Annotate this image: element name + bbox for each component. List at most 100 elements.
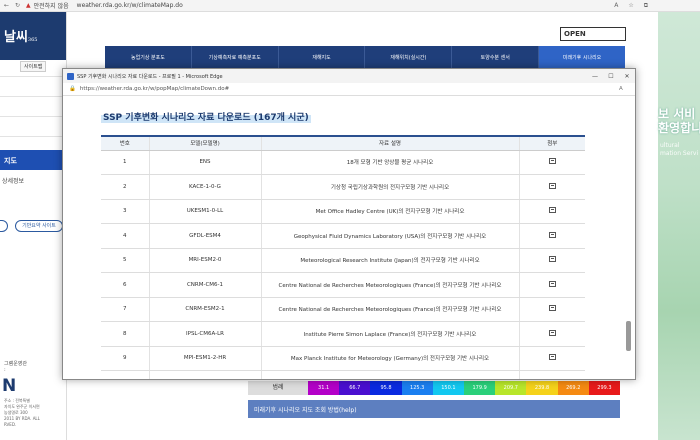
row-description: Centre National de Recherches Meteorolog…	[261, 272, 520, 298]
sidebar-item-map[interactable]: 지도	[0, 150, 67, 170]
split-screen-icon[interactable]: ⧉	[644, 2, 648, 10]
row-attachment	[519, 150, 585, 175]
insecure-warning-icon: ▲	[26, 2, 31, 9]
row-description: Max Planck Institute for Meteorology (Ge…	[261, 346, 520, 371]
banner-subtext: ultural mation Servi	[660, 142, 699, 157]
favorite-icon[interactable]: ☆	[628, 2, 633, 10]
read-aloud-icon[interactable]: A	[614, 2, 618, 10]
nav-item-future-climate[interactable]: 미래기후 시나리오	[539, 46, 625, 70]
download-file-icon[interactable]	[548, 305, 556, 312]
nav-item-forecast[interactable]: 기상예측자료 예측분포도	[192, 46, 279, 70]
column-header-model: 모델(모델명)	[148, 135, 262, 151]
background-legend: 범례 31.1 66.7 95.8 125.3 150.1 179.9 209.7 239.8…	[67, 378, 622, 422]
nav-item-soil-moisture[interactable]: 토양수분 센서	[452, 46, 540, 70]
footer-operator: 그램운영관 :	[4, 361, 28, 373]
row-description: 기상청 국립기상과학원의 전지구모형 기반 시나리오	[261, 174, 520, 200]
read-aloud-icon[interactable]: A	[619, 86, 635, 92]
help-link[interactable]: 미래기후 시나리오 지도 조회 방법(help)	[248, 400, 620, 418]
popup-scrollbar[interactable]	[626, 127, 631, 379]
address-url[interactable]: weather.rda.go.kr/w/climateMap.do	[77, 2, 615, 9]
row-model: MRI-ESM2-0	[148, 248, 262, 273]
table-body: 1 ENS 18개 모형 기반 앙상블 평균 시나리오 2 KACE-1-0-G 기상청 …	[101, 150, 585, 379]
download-file-icon[interactable]	[548, 256, 556, 263]
row-model: CNRM-ESM2-1	[148, 297, 262, 322]
row-model: MPI-ESM1-2-HR	[148, 346, 262, 371]
table-row: 3 UKESM1-0-LL Met Office Hadley Centre (UK…	[101, 199, 585, 224]
row-attachment	[519, 199, 585, 224]
legend-cell: 66.7	[339, 381, 371, 395]
legend-cell: 150.1	[432, 381, 465, 395]
table-row: 5 MRI-ESM2-0 Meteorological Research Insti…	[101, 248, 585, 273]
download-file-icon[interactable]	[548, 158, 556, 165]
close-icon[interactable]: ✕	[619, 73, 635, 80]
edge-icon	[67, 72, 74, 80]
legend-cell: 269.2	[557, 381, 589, 395]
row-number: 6	[101, 272, 149, 298]
download-popup-window[interactable]: SSP 기후변화 시나리오 자료 다운로드 - 프로필 1 - Microsof…	[62, 68, 636, 380]
sitemap-button[interactable]: 사이트맵	[20, 61, 47, 72]
row-number: 9	[101, 346, 149, 371]
row-number: 8	[101, 321, 149, 347]
footer-logo: N	[2, 376, 17, 396]
minimize-icon[interactable]: —	[587, 73, 603, 80]
table-row: 1 ENS 18개 모형 기반 앙상블 평균 시나리오	[101, 150, 585, 175]
lock-icon[interactable]: 🔒	[69, 86, 76, 92]
row-number: 2	[101, 174, 149, 200]
table-row: 10MPI-ESM1-2-LRMax Planck Institute for …	[101, 370, 585, 379]
column-header-description: 자료 설명	[261, 135, 520, 151]
maximize-icon[interactable]: ☐	[603, 73, 619, 80]
table-row: 8 IPSL-CM6A-LR Institute Pierre Simon Lapl…	[101, 321, 585, 347]
menu-divider	[0, 96, 67, 97]
nav-item-disaster-map[interactable]: 재해지도	[279, 46, 366, 70]
site-logo[interactable]: 날씨365	[0, 12, 66, 60]
download-file-icon[interactable]	[548, 329, 556, 336]
row-model: ENS	[148, 150, 262, 175]
row-attachment	[519, 223, 585, 249]
popup-url[interactable]: https://weather.rda.go.kr/w/popMap/clima…	[80, 86, 619, 92]
menu-divider	[0, 76, 67, 77]
download-file-icon[interactable]	[548, 231, 556, 238]
column-header-no: 번호	[101, 135, 149, 151]
scrollbar-thumb[interactable]	[626, 321, 631, 351]
row-number: 3	[101, 199, 149, 224]
nav-item-disaster-location[interactable]: 재해위치(실시간)	[365, 46, 453, 70]
row-number: 4	[101, 223, 149, 249]
table-row: 9 MPI-ESM1-2-HR Max Planck Institute for M…	[101, 346, 585, 371]
sidebar-round-button[interactable]	[0, 220, 8, 232]
nav-item-agri-weather[interactable]: 농업기상 분포도	[105, 46, 192, 70]
sidebar-item-details[interactable]: 상세정보	[2, 176, 24, 185]
table-row: 4 GFDL-ESM4 Geophysical Fluid Dynamics Lab…	[101, 223, 585, 249]
open-data-badge: OPEN	[560, 27, 626, 41]
popup-titlebar[interactable]: SSP 기후변화 시나리오 자료 다운로드 - 프로필 1 - Microsof…	[63, 69, 635, 83]
sidebar-link-button[interactable]: 기반요약 사이트	[15, 220, 63, 232]
popup-content: SSP 기후변화 시나리오 자료 다운로드 (167개 시군) 번호 모델(모델…	[63, 97, 635, 379]
background-address-bar: ← ↻ ▲ 안전하지 않음 weather.rda.go.kr/w/climat…	[0, 0, 700, 12]
browser-nav: ← ↻	[0, 2, 26, 9]
legend-cell: 239.8	[526, 381, 558, 395]
row-attachment	[519, 370, 585, 379]
row-attachment	[519, 248, 585, 273]
popup-window-title: SSP 기후변화 시나리오 자료 다운로드 - 프로필 1 - Microsof…	[77, 73, 223, 80]
legend-cell: 31.1	[308, 381, 340, 395]
legend-cell: 299.3	[588, 381, 621, 395]
row-model: UKESM1-0-LL	[148, 199, 262, 224]
row-attachment	[519, 321, 585, 347]
download-file-icon[interactable]	[548, 354, 556, 361]
reload-icon[interactable]: ↻	[15, 2, 20, 9]
row-description: Institute Pierre Simon Laplace (France)의…	[261, 321, 520, 347]
download-file-icon[interactable]	[548, 207, 556, 214]
security-label[interactable]: 안전하지 않음	[34, 1, 69, 10]
banner-headline: 보 서비 환영합니	[658, 107, 700, 135]
row-description: 18개 모형 기반 앙상블 평균 시나리오	[261, 150, 520, 175]
download-file-icon[interactable]	[548, 280, 556, 287]
back-icon[interactable]: ←	[4, 2, 9, 9]
site-logo-suffix: 365	[27, 37, 38, 43]
download-file-icon[interactable]	[548, 182, 556, 189]
download-file-icon[interactable]	[548, 378, 556, 379]
main-navigation: 농업기상 분포도 기상예측자료 예측분포도 재해지도 재해위치(실시간) 토양수…	[105, 46, 625, 70]
row-number: 7	[101, 297, 149, 322]
browser-tools: A ☆ ⧉	[614, 2, 700, 10]
legend-cell: 179.9	[464, 381, 496, 395]
table-header-row: 번호 모델(모델명) 자료 설명 첨부	[101, 135, 585, 151]
table-row: 6 CNRM-CM6-1 Centre National de Recherches…	[101, 272, 585, 298]
